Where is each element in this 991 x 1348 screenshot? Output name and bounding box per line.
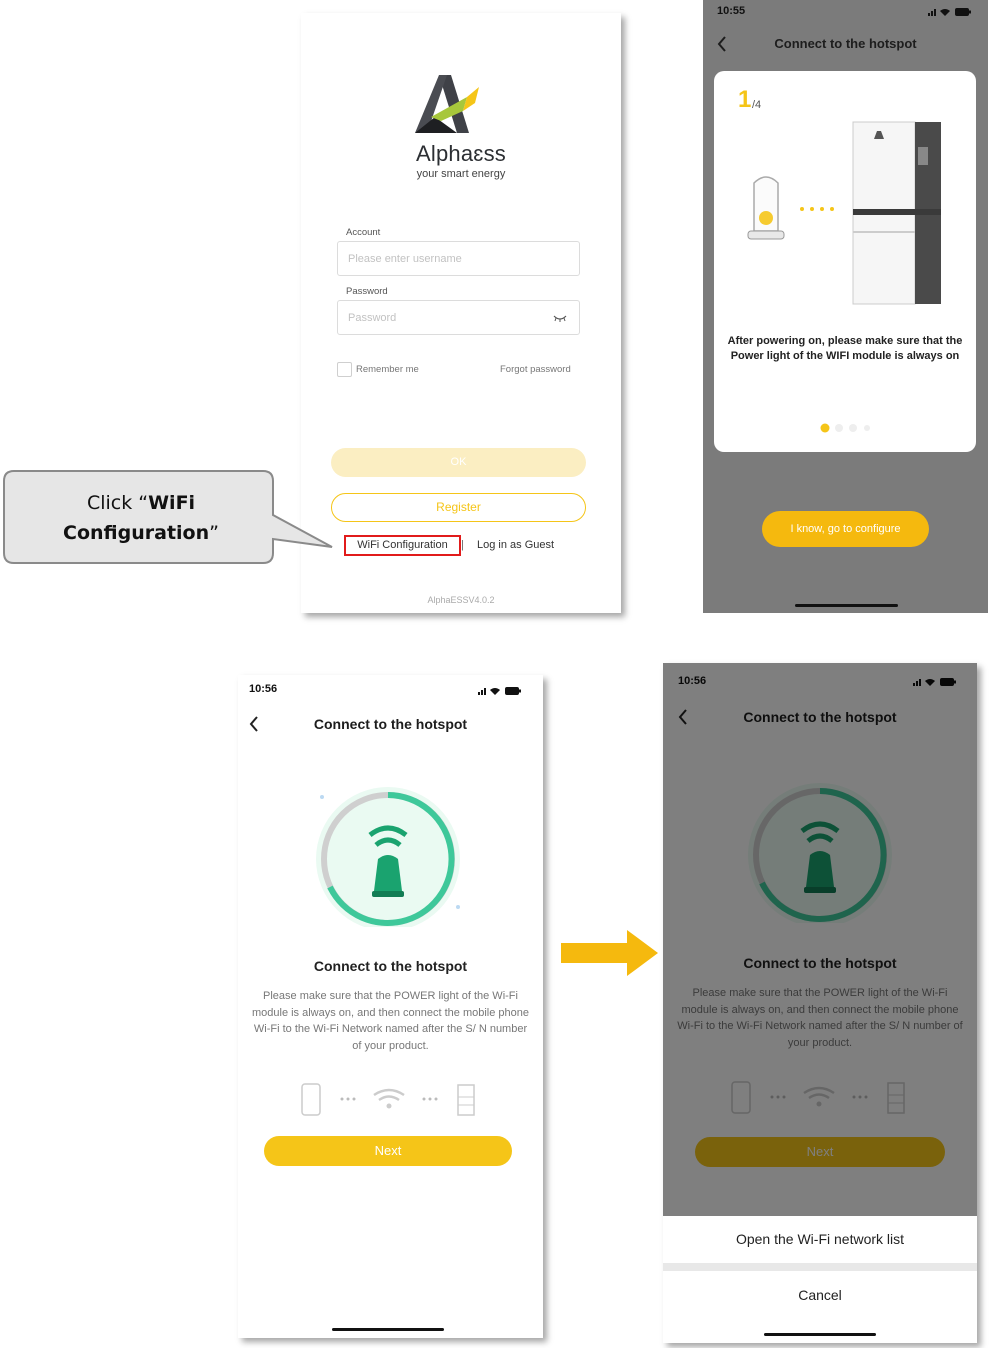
home-indicator: [795, 604, 898, 607]
wifi-list-dialog-screen: 10:56 Connect to the hotspot Connect to …: [663, 663, 977, 1343]
dim-overlay[interactable]: [663, 663, 977, 1216]
remember-me-checkbox[interactable]: [337, 362, 352, 377]
guide-card: 1 /4 After powering on, please make sure…: [714, 71, 976, 452]
status-icons: [478, 687, 521, 695]
hotspot-description: Please make sure that the POWER light of…: [251, 990, 529, 1052]
alphaess-logo: [415, 75, 479, 133]
remember-me-label: Remember me: [356, 364, 419, 375]
status-icons: [928, 8, 971, 16]
status-time: 10:56: [249, 683, 278, 695]
go-configure-button[interactable]: I know, go to configure: [762, 511, 929, 547]
register-button[interactable]: Register: [331, 493, 586, 522]
battery-cabinet-image: [852, 121, 941, 305]
home-indicator: [764, 1333, 876, 1336]
status-time: 10:55: [717, 5, 746, 17]
home-indicator: [332, 1328, 444, 1331]
password-label: Password: [346, 286, 388, 297]
nav-title: Connect to the hotspot: [313, 716, 468, 732]
open-wifi-list-option[interactable]: Open the Wi-Fi network list: [663, 1216, 977, 1263]
nav-title: Connect to the hotspot: [774, 36, 917, 51]
right-arrow-icon: [561, 930, 658, 976]
link-separator: |: [461, 539, 464, 551]
brand-name: Alphaɛss: [416, 141, 506, 166]
forgot-password-link[interactable]: Forgot password: [500, 364, 571, 375]
connection-flow-icons: [301, 1083, 475, 1116]
username-input[interactable]: [337, 241, 580, 276]
wifi-configuration-link[interactable]: WiFi Configuration: [344, 535, 461, 556]
callout-prefix: Click “: [86, 492, 149, 514]
guide-instruction: After powering on, please make sure that…: [727, 335, 963, 362]
step-total: /4: [752, 99, 762, 111]
callout-suffix: ”: [209, 522, 219, 544]
page-indicator: [820, 423, 870, 433]
guide-screen: 10:55 Connect to the hotspot 1 /4 After: [703, 0, 988, 613]
guest-login-link[interactable]: Log in as Guest: [477, 539, 554, 551]
hotspot-screen: 10:56 Connect to the hotspot Connect to …: [238, 675, 543, 1338]
connection-dots: [800, 207, 834, 211]
callout-text: Click “WiFi Configuration”: [10, 488, 272, 548]
app-version: AlphaESSV4.0.2: [427, 595, 495, 605]
cancel-option[interactable]: Cancel: [663, 1271, 977, 1319]
account-label: Account: [346, 227, 381, 238]
hotspot-heading: Connect to the hotspot: [313, 958, 468, 974]
login-screen: Alphaɛss your smart energy Account Passw…: [301, 13, 621, 613]
wifi-module-image: [747, 176, 785, 240]
step-number: 1: [738, 86, 752, 113]
brand-tagline: your smart energy: [416, 168, 506, 180]
sheet-divider: [663, 1263, 977, 1271]
hotspot-wifi-graphic: [316, 787, 460, 927]
password-input[interactable]: [337, 300, 580, 335]
eye-closed-icon[interactable]: [553, 313, 567, 323]
ok-button[interactable]: OK: [331, 448, 586, 477]
next-button[interactable]: Next: [264, 1136, 512, 1166]
